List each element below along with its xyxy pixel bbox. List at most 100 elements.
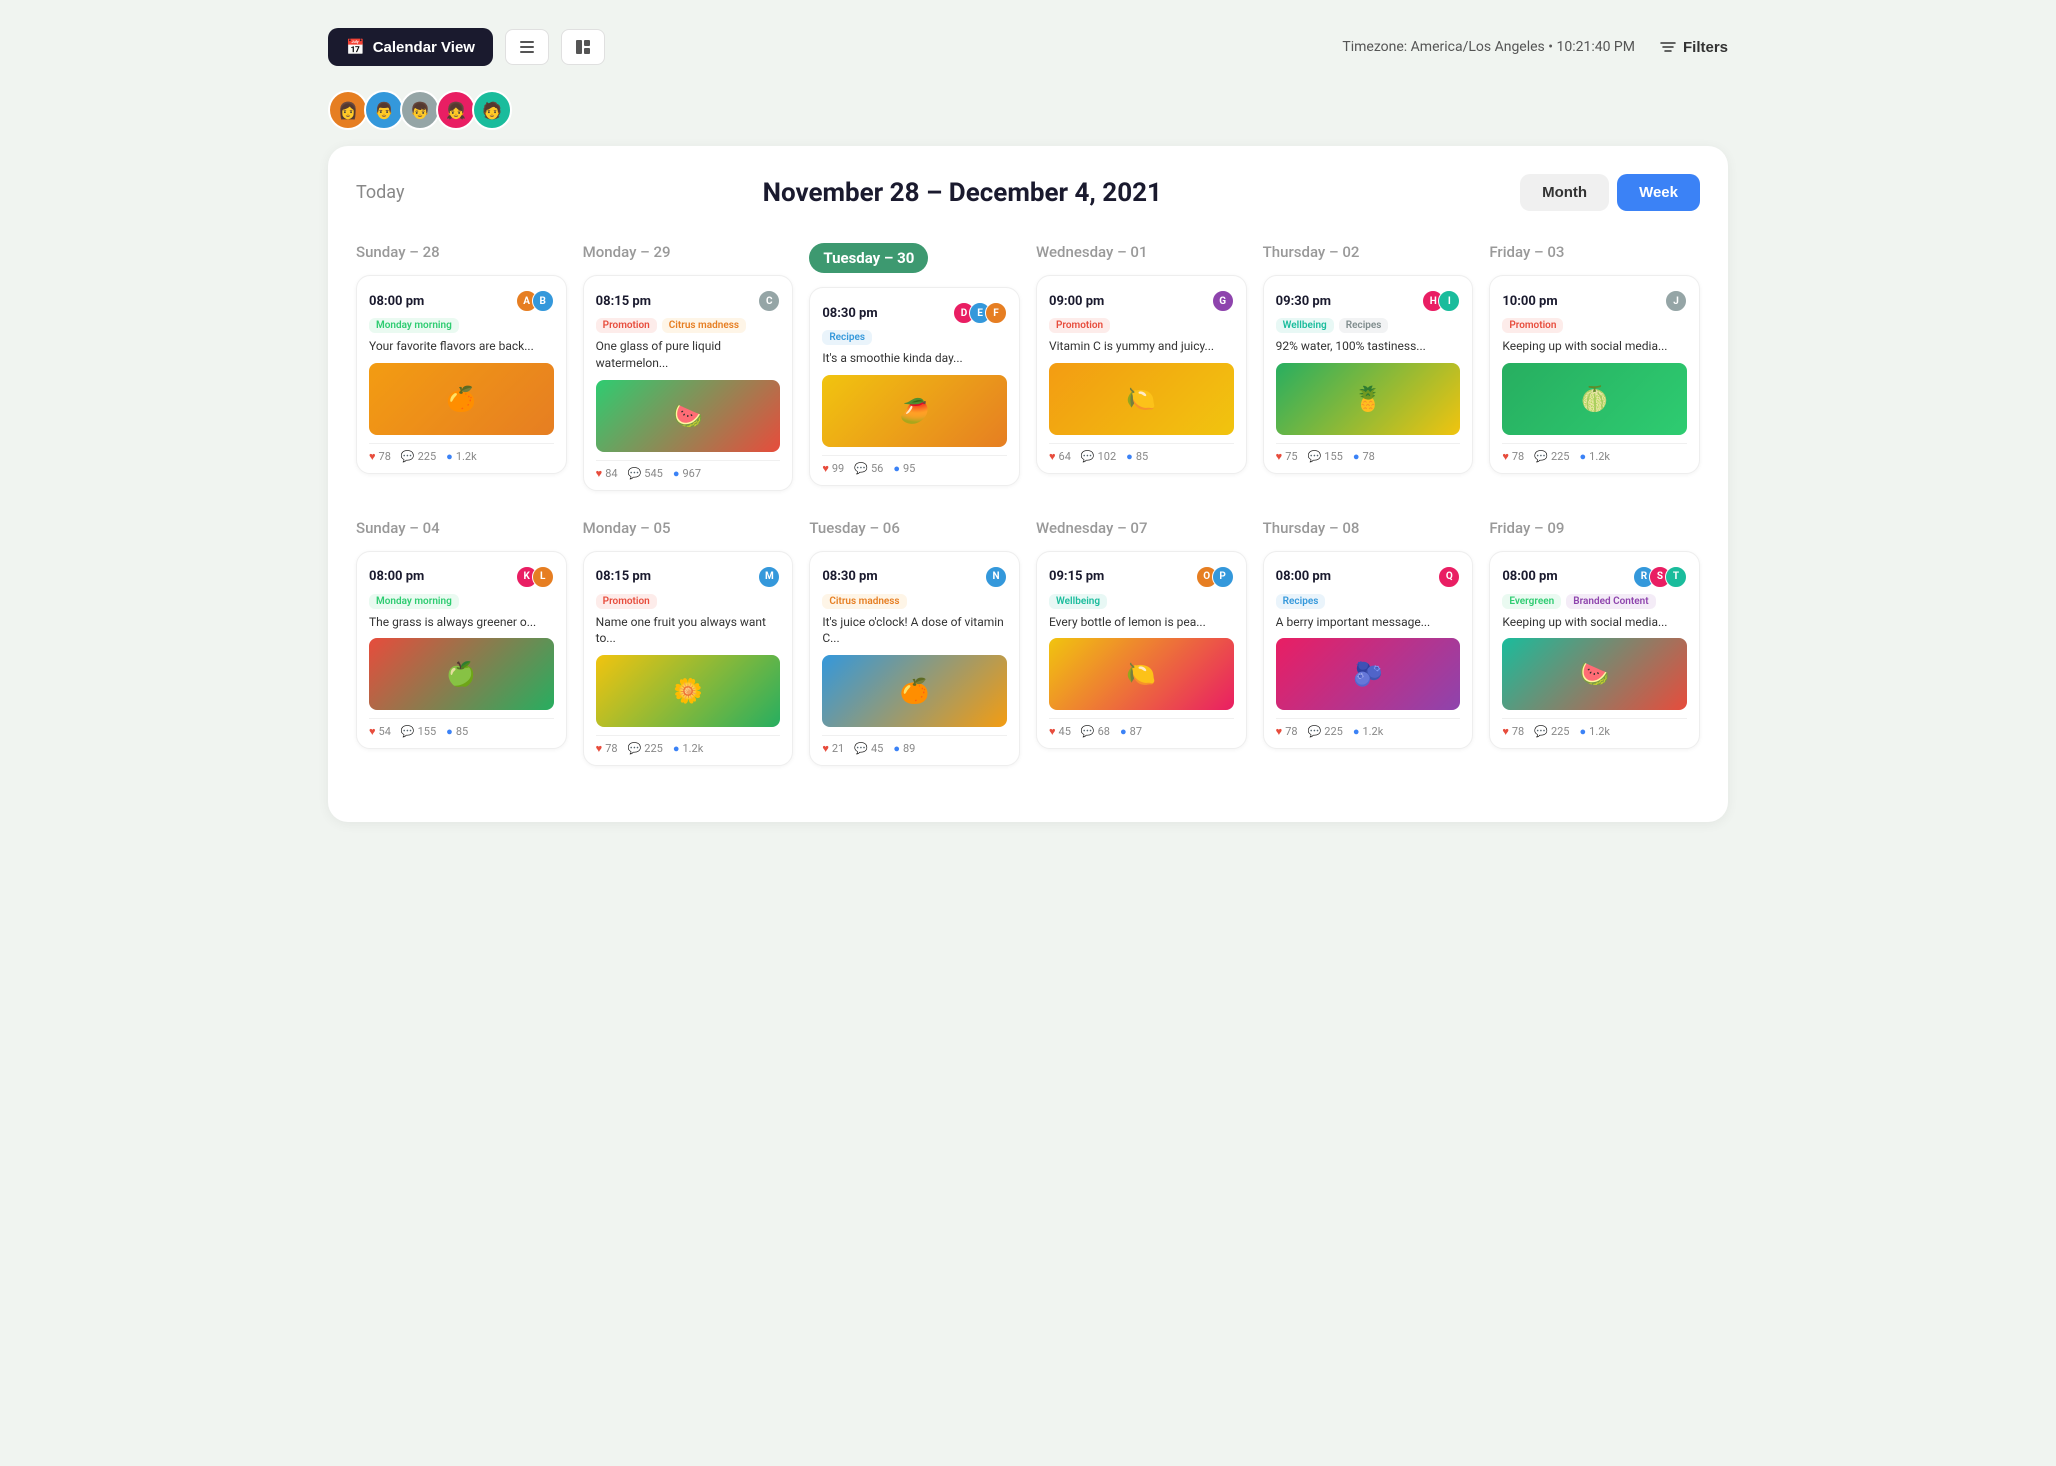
comment-count: 155 — [418, 725, 437, 738]
day-label: Wednesday – 01 — [1036, 243, 1247, 261]
share-icon: ● — [1353, 450, 1360, 463]
post-time: 08:15 pm — [596, 569, 651, 584]
post-avatar: Q — [1438, 566, 1460, 588]
post-tags: Monday morning — [369, 594, 554, 609]
heart-stat: ♥ 78 — [1276, 725, 1298, 738]
post-avatar: J — [1665, 290, 1687, 312]
post-text: Every bottle of lemon is pea... — [1049, 614, 1234, 631]
post-card[interactable]: 08:00 pmQRecipesA berry important messag… — [1263, 551, 1474, 750]
post-card[interactable]: 08:15 pmCPromotionCitrus madnessOne glas… — [583, 275, 794, 491]
heart-stat: ♥ 78 — [369, 450, 391, 463]
post-tags: Promotion — [596, 594, 781, 609]
heart-stat: ♥ 78 — [1502, 450, 1524, 463]
post-card-header: 08:00 pmKL — [369, 566, 554, 588]
post-stats: ♥ 54💬 155● 85 — [369, 718, 554, 738]
day-label: Friday – 09 — [1489, 519, 1700, 537]
post-card[interactable]: 08:15 pmMPromotionName one fruit you alw… — [583, 551, 794, 767]
post-stats: ♥ 45💬 68● 87 — [1049, 718, 1234, 738]
post-image: 🍍 — [1276, 363, 1461, 435]
heart-count: 99 — [832, 462, 844, 475]
post-avatar: B — [532, 290, 554, 312]
post-stats: ♥ 78💬 225● 1.2k — [1502, 718, 1687, 738]
week-button[interactable]: Week — [1617, 174, 1700, 211]
day-col-week2-0: Sunday – 0408:00 pmKLMonday morningThe g… — [356, 519, 567, 767]
heart-count: 78 — [379, 450, 391, 463]
comment-count: 45 — [871, 742, 883, 755]
post-card[interactable]: 08:30 pmNCitrus madnessIt's juice o'cloc… — [809, 551, 1020, 767]
day-label: Wednesday – 07 — [1036, 519, 1247, 537]
share-icon: ● — [1579, 725, 1586, 738]
post-card[interactable]: 08:00 pmABMonday morningYour favorite fl… — [356, 275, 567, 474]
heart-icon: ♥ — [369, 450, 376, 463]
post-tag: Recipes — [1276, 594, 1326, 609]
post-card[interactable]: 10:00 pmJPromotionKeeping up with social… — [1489, 275, 1700, 474]
share-icon: ● — [1579, 450, 1586, 463]
calendar-view-label: Calendar View — [373, 39, 475, 56]
share-icon: ● — [893, 742, 900, 755]
comment-count: 68 — [1098, 725, 1110, 738]
list-view-button[interactable] — [505, 29, 549, 65]
share-count: 1.2k — [1362, 725, 1383, 738]
post-time: 08:00 pm — [369, 294, 424, 309]
post-image: 🍋 — [1049, 638, 1234, 710]
share-stat: ● 89 — [893, 742, 915, 755]
comment-stat: 💬 545 — [628, 467, 663, 480]
post-card[interactable]: 08:00 pmKLMonday morningThe grass is alw… — [356, 551, 567, 750]
post-text: Vitamin C is yummy and juicy... — [1049, 338, 1234, 355]
comment-stat: 💬 56 — [854, 462, 883, 475]
comment-stat: 💬 155 — [1308, 450, 1343, 463]
comment-icon: 💬 — [401, 725, 415, 738]
avatar-1[interactable]: 👩 — [328, 90, 368, 130]
avatar-3[interactable]: 👦 — [400, 90, 440, 130]
comment-stat: 💬 225 — [628, 742, 663, 755]
comment-icon: 💬 — [1308, 450, 1322, 463]
comment-icon: 💬 — [1534, 725, 1548, 738]
filters-button[interactable]: Filters — [1659, 38, 1728, 56]
post-image: 🍉 — [596, 380, 781, 452]
avatar-2[interactable]: 👨 — [364, 90, 404, 130]
post-tag: Promotion — [1049, 318, 1110, 333]
post-tags: Promotion — [1049, 318, 1234, 333]
post-avatars: Q — [1438, 566, 1460, 588]
grid-view-button[interactable] — [561, 29, 605, 65]
day-label: Friday – 03 — [1489, 243, 1700, 261]
post-card[interactable]: 09:15 pmOPWellbeingEvery bottle of lemon… — [1036, 551, 1247, 750]
post-image: 🫐 — [1276, 638, 1461, 710]
share-stat: ● 1.2k — [1353, 725, 1384, 738]
day-label: Thursday – 08 — [1263, 519, 1474, 537]
day-col-week1-1: Monday – 2908:15 pmCPromotionCitrus madn… — [583, 243, 794, 491]
calendar-icon: 📅 — [346, 38, 365, 56]
post-tag: Recipes — [822, 330, 872, 345]
month-button[interactable]: Month — [1520, 174, 1609, 211]
share-count: 85 — [1136, 450, 1148, 463]
heart-icon: ♥ — [1049, 450, 1056, 463]
comment-count: 545 — [644, 467, 663, 480]
post-avatar: L — [532, 566, 554, 588]
post-card[interactable]: 08:30 pmDEFRecipesIt's a smoothie kinda … — [809, 287, 1020, 486]
post-stats: ♥ 78💬 225● 1.2k — [1502, 443, 1687, 463]
day-col-week2-3: Wednesday – 07 09:15 pmOPWellbeingEvery b… — [1036, 519, 1247, 767]
calendar-view-button[interactable]: 📅 Calendar View — [328, 28, 493, 66]
comment-count: 225 — [418, 450, 437, 463]
post-tag: Branded Content — [1566, 594, 1655, 609]
comment-stat: 💬 225 — [1308, 725, 1343, 738]
post-card[interactable]: 09:00 pmGPromotionVitamin C is yummy and… — [1036, 275, 1247, 474]
post-tags: PromotionCitrus madness — [596, 318, 781, 333]
post-text: Keeping up with social media... — [1502, 614, 1687, 631]
post-card[interactable]: 09:30 pmHIWellbeingRecipes92% water, 100… — [1263, 275, 1474, 474]
post-stats: ♥ 75💬 155● 78 — [1276, 443, 1461, 463]
today-label: Today — [356, 182, 404, 203]
heart-count: 45 — [1059, 725, 1071, 738]
post-stats: ♥ 78💬 225● 1.2k — [369, 443, 554, 463]
post-avatars: KL — [516, 566, 554, 588]
post-card-header: 08:00 pmRST — [1502, 566, 1687, 588]
avatar-5[interactable]: 🧑 — [472, 90, 512, 130]
post-avatars: M — [758, 566, 780, 588]
post-time: 08:30 pm — [822, 306, 877, 321]
post-card[interactable]: 08:00 pmRSTEvergreenBranded ContentKeepi… — [1489, 551, 1700, 750]
comment-icon: 💬 — [854, 462, 868, 475]
heart-icon: ♥ — [822, 742, 829, 755]
post-time: 09:00 pm — [1049, 294, 1104, 309]
avatar-4[interactable]: 👧 — [436, 90, 476, 130]
share-stat: ● 1.2k — [1579, 450, 1610, 463]
